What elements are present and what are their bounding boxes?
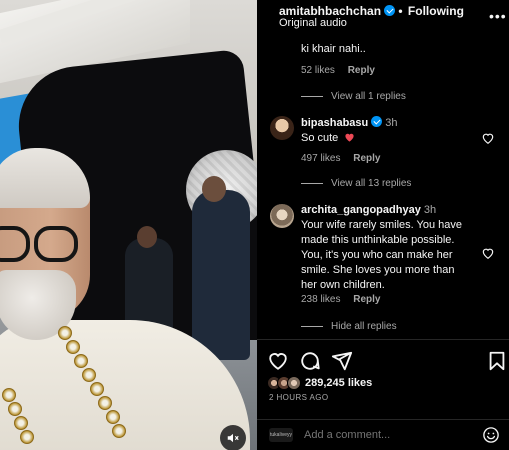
comment-time: 3h <box>385 117 398 129</box>
commenter-avatar[interactable] <box>270 116 294 140</box>
comment-likes[interactable]: 497 likes <box>301 153 340 164</box>
comments-list[interactable]: ki khair nahi.. 52 likes Reply View all … <box>257 34 509 340</box>
hide-replies-label: Hide all replies <box>331 321 397 332</box>
comment-text-row: So cute <box>301 131 355 146</box>
view-replies-label: View all 1 replies <box>331 91 406 102</box>
following-button[interactable]: Following <box>408 4 464 18</box>
likes-summary[interactable]: 289,245 likes <box>267 375 372 391</box>
view-replies-link[interactable]: View all 1 replies <box>301 91 406 102</box>
reply-button[interactable]: Reply <box>353 294 380 305</box>
post-username-link[interactable]: amitabhbachchan <box>279 4 381 18</box>
commenter-username[interactable]: archita_gangopadhyay <box>301 204 421 216</box>
post-header-user: amitabhbachchan • Following <box>279 4 464 18</box>
comment-text: ki khair nahi.. <box>301 43 366 55</box>
header-separator: • <box>398 4 403 18</box>
commenter-avatar[interactable] <box>270 204 294 228</box>
share-icon[interactable] <box>331 350 353 372</box>
likes-count[interactable]: 289,245 likes <box>305 377 372 389</box>
verified-badge-icon <box>371 116 383 127</box>
bookmark-icon[interactable] <box>486 350 508 372</box>
heart-icon[interactable] <box>267 350 289 372</box>
replies-dash <box>301 326 323 327</box>
speaker-muted-icon <box>227 433 239 443</box>
comment-text: Your wife rarely smiles. You have made t… <box>301 219 463 291</box>
comment-body: archita_gangopadhyay 3h Your wife rarely … <box>301 203 469 293</box>
replies-dash <box>301 96 323 97</box>
actions-divider <box>257 339 509 340</box>
subject-glasses <box>0 222 82 266</box>
subject-necklace <box>0 318 150 450</box>
reply-button[interactable]: Reply <box>348 65 375 76</box>
like-comment-heart-icon[interactable] <box>481 246 495 260</box>
comment-likes[interactable]: 52 likes <box>301 65 335 76</box>
comment-icon[interactable] <box>299 350 321 372</box>
scene-crew-member <box>192 176 250 360</box>
red-heart-emoji-icon <box>345 133 354 142</box>
more-options-icon[interactable]: ••• <box>489 8 507 24</box>
reply-button[interactable]: Reply <box>353 153 380 164</box>
liker-avatar <box>287 376 301 390</box>
viewer-avatar: tukaliveyy <box>269 428 293 442</box>
view-replies-link[interactable]: View all 13 replies <box>301 178 411 189</box>
comment-text: So cute <box>301 132 339 144</box>
verified-badge-icon <box>384 5 396 16</box>
add-comment-input[interactable] <box>304 429 454 441</box>
hide-replies-link[interactable]: Hide all replies <box>301 321 397 332</box>
original-audio-link[interactable]: Original audio <box>279 17 347 29</box>
like-comment-heart-icon[interactable] <box>481 131 495 145</box>
video-player[interactable] <box>0 0 257 450</box>
post-side-panel: amitabhbachchan • Following Original aud… <box>257 0 509 450</box>
comment-meta: 52 likes Reply <box>301 65 385 76</box>
replies-dash <box>301 183 323 184</box>
emoji-icon[interactable] <box>482 426 500 444</box>
comment-meta: 238 likes Reply <box>301 294 390 305</box>
commenter-username[interactable]: bipashabasu <box>301 117 368 129</box>
post-date[interactable]: 2 HOURS AGO <box>269 393 329 402</box>
comment-meta: 497 likes Reply <box>301 153 390 164</box>
comment-likes[interactable]: 238 likes <box>301 294 340 305</box>
post-actions-bar <box>257 344 509 376</box>
comment-time: 3h <box>423 204 437 216</box>
comment-composer: tukaliveyy <box>257 420 509 450</box>
mute-toggle-button[interactable] <box>220 425 246 450</box>
post-header: amitabhbachchan • Following Original aud… <box>257 0 509 34</box>
view-replies-label: View all 13 replies <box>331 178 412 189</box>
comment-header: bipashabasu 3h <box>301 116 398 131</box>
